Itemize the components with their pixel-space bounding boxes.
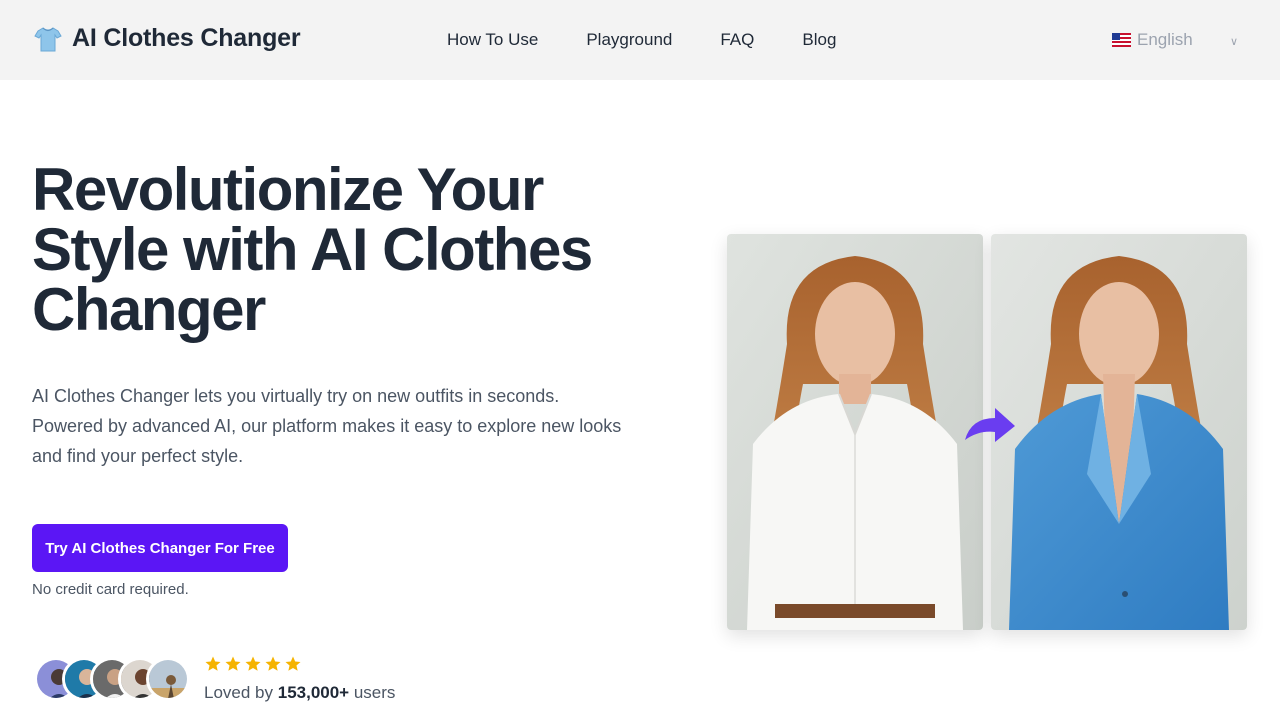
nav-playground[interactable]: Playground xyxy=(586,30,672,50)
no-credit-card-note: No credit card required. xyxy=(32,581,189,598)
user-count: 153,000+ xyxy=(277,683,350,702)
user-avatars xyxy=(34,657,190,701)
before-image xyxy=(727,234,983,630)
language-label: English xyxy=(1137,30,1193,49)
brand-logo[interactable]: AI Clothes Changer xyxy=(34,24,301,53)
brand-name: AI Clothes Changer xyxy=(72,24,301,52)
top-header: AI Clothes Changer How To Use Playground… xyxy=(0,0,1280,80)
star-icon xyxy=(265,656,281,671)
tshirt-icon xyxy=(34,25,62,53)
nav-faq[interactable]: FAQ xyxy=(720,30,754,50)
hero-title: Revolutionize Your Style with AI Clothes… xyxy=(32,156,593,343)
nav-how-to-use[interactable]: How To Use xyxy=(447,30,538,50)
hero-description: AI Clothes Changer lets you virtually tr… xyxy=(32,386,622,466)
transform-arrow-icon xyxy=(961,404,1017,448)
try-free-button[interactable]: Try AI Clothes Changer For Free xyxy=(32,524,288,572)
loved-by-text: Loved by 153,000+ users xyxy=(204,683,396,702)
nav-blog[interactable]: Blog xyxy=(802,30,836,50)
avatar xyxy=(146,657,190,701)
rating-stars xyxy=(204,655,302,673)
star-icon xyxy=(245,656,261,671)
after-image xyxy=(991,234,1247,630)
language-selector[interactable]: English xyxy=(1112,30,1193,50)
star-icon xyxy=(225,656,241,671)
star-icon xyxy=(205,656,221,671)
us-flag-icon xyxy=(1112,33,1131,47)
chevron-down-icon[interactable]: ∨ xyxy=(1230,35,1238,48)
before-after-comparison xyxy=(727,234,1248,630)
main-nav: How To Use Playground FAQ Blog xyxy=(447,30,836,50)
star-icon xyxy=(285,656,301,671)
